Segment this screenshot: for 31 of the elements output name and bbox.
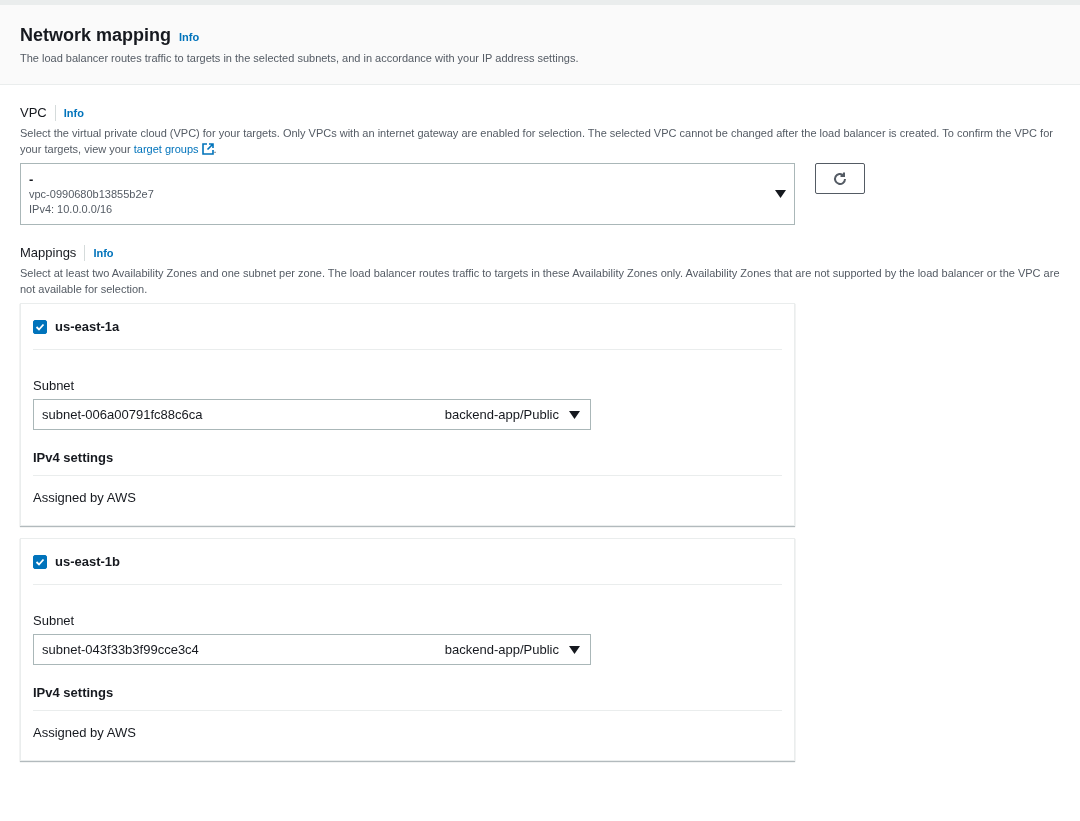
ipv4-settings-value: Assigned by AWS xyxy=(33,490,137,505)
zone-name: us-east-1a xyxy=(55,319,120,334)
caret-down-icon xyxy=(569,410,580,419)
subnet-label: Subnet xyxy=(33,613,76,628)
refresh-icon xyxy=(832,170,848,187)
subnet-label: Subnet xyxy=(33,378,76,393)
mappings-label: Mappings xyxy=(20,245,86,261)
checkmark-icon xyxy=(35,556,45,567)
caret-down-icon xyxy=(569,645,580,654)
zone-name: us-east-1b xyxy=(55,554,121,569)
vpc-label: VPC xyxy=(20,105,56,121)
info-link[interactable]: Info xyxy=(63,107,84,119)
mappings-description: Select at least two Availability Zones and one subnet per zone. The load balancer routes traffic to targets in these Availability Zones only. Availability Zones that are not supported by the load balancer or the VPC are not available for selection. xyxy=(20,266,1060,297)
info-link[interactable]: Info xyxy=(93,247,114,259)
vpc-select[interactable]: - vpc-0990680b13855b2e7 IPv4: 10.0.0.0/16 xyxy=(20,163,795,225)
caret-down-icon xyxy=(775,190,786,198)
ipv4-settings-heading: IPv4 settings xyxy=(33,685,782,711)
target-groups-link[interactable]: target groups xyxy=(133,143,214,155)
subnet-select[interactable]: subnet-043f33b3f99cce3c4 backend-app/Public xyxy=(33,634,591,665)
zone-checkbox[interactable] xyxy=(33,319,47,334)
external-link-icon xyxy=(201,143,214,155)
section-title: Network mapping xyxy=(20,25,171,46)
section-description: The load balancer routes traffic to targets in the selected subnets, and in accordance with your IP address settings. xyxy=(20,51,580,66)
zone-checkbox[interactable] xyxy=(33,554,47,569)
checkmark-icon xyxy=(35,321,45,332)
vpc-description: Select the virtual private cloud (VPC) for your targets. Only VPCs with an internet gateway are enabled for selection. The selected VPC cannot be changed after the load balancer is created. To confirm the VPC for your targets, view your target groups . xyxy=(20,126,1054,157)
subnet-select[interactable]: subnet-006a00791fc88c6ca backend-app/Public xyxy=(33,399,591,430)
refresh-button[interactable] xyxy=(815,163,865,194)
ipv4-settings-value: Assigned by AWS xyxy=(33,725,137,740)
ipv4-settings-heading: IPv4 settings xyxy=(33,450,782,476)
info-link[interactable]: Info xyxy=(179,31,200,43)
